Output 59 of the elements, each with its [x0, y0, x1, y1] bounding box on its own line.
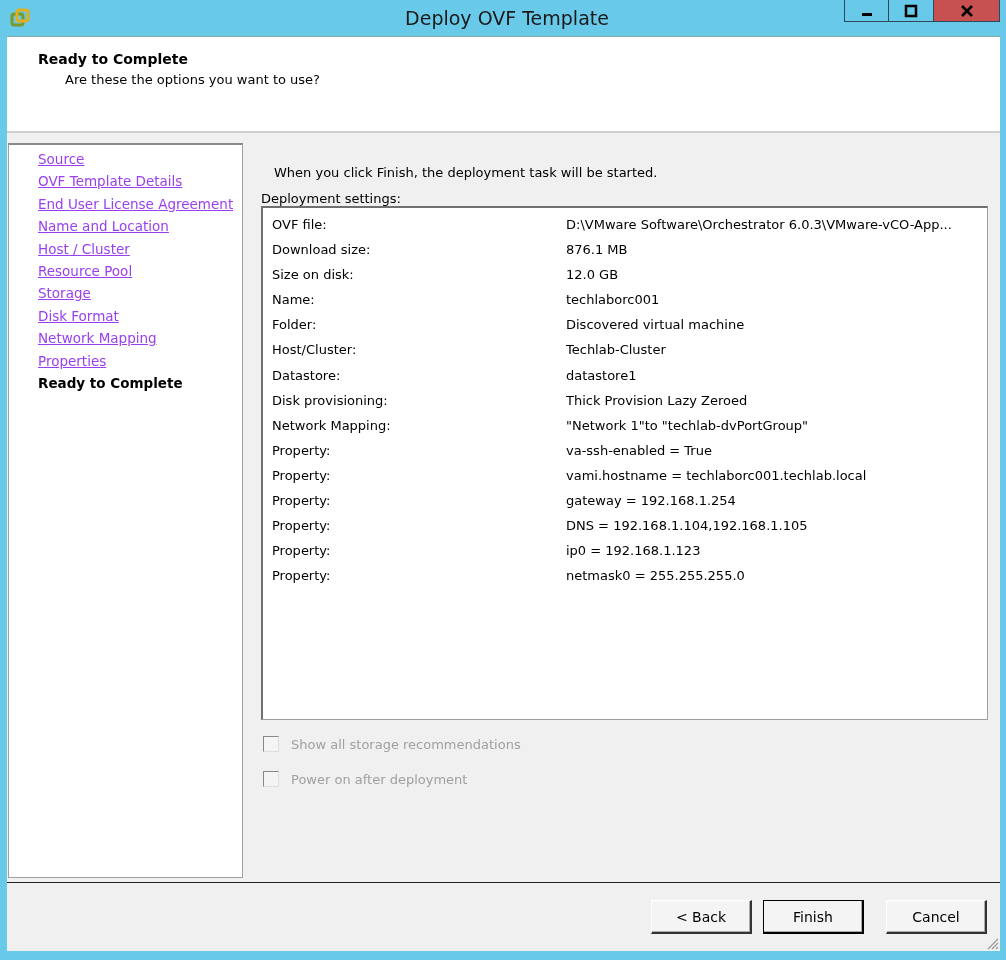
setting-value: gateway = 192.168.1.254 — [566, 492, 736, 511]
setting-name: Datastore: — [272, 366, 342, 385]
setting-value: Discovered virtual machine — [566, 316, 745, 335]
dialog-button[interactable]: Finish — [763, 900, 864, 934]
setting-name: Size on disk: — [272, 266, 355, 285]
window-title: Deploy OVF Template — [405, 7, 609, 29]
setting-value: "Network 1"to "techlab-dvPortGroup" — [566, 416, 809, 435]
close-icon — [959, 3, 974, 18]
maximize-icon — [904, 3, 918, 18]
maximize-button[interactable] — [889, 0, 934, 22]
setting-value: ip0 = 192.168.1.123 — [566, 542, 701, 561]
setting-name: Property: — [272, 492, 332, 511]
setting-value: 876.1 MB — [566, 241, 628, 260]
page-subtitle: Are these the options you want to use? — [65, 72, 321, 87]
step-link[interactable]: End User License Agreement — [38, 192, 234, 216]
setting-value: DNS = 192.168.1.104,192.168.1.105 — [566, 517, 808, 536]
setting-name: Property: — [272, 517, 332, 536]
step-link[interactable]: Storage — [38, 282, 91, 305]
setting-name: OVF file: — [272, 216, 328, 234]
dialog-button[interactable]: < Back — [651, 900, 752, 934]
step-link[interactable]: Disk Format — [38, 304, 119, 328]
dialog-button[interactable]: Cancel — [886, 900, 987, 934]
minimize-button[interactable] — [844, 0, 889, 22]
setting-value: vami.hostname = techlaborc001.techlab.local — [566, 466, 867, 485]
setting-name: Network Mapping: — [272, 416, 392, 435]
setting-name: Name: — [272, 291, 316, 310]
app-icon — [10, 8, 30, 28]
setting-value: datastore1 — [566, 366, 637, 385]
close-button[interactable] — [934, 0, 1000, 22]
setting-value: Thick Provision Lazy Zeroed — [566, 391, 748, 410]
step-link[interactable]: Resource Pool — [38, 260, 133, 283]
checkbox-label: Power on after deployment — [291, 771, 468, 787]
setting-name: Folder: — [272, 316, 318, 335]
setting-name: Host/Cluster: — [272, 341, 358, 360]
setting-name: Property: — [272, 441, 332, 460]
setting-value: va-ssh-enabled = True — [566, 441, 712, 460]
step-link[interactable]: Name and Location — [38, 215, 169, 238]
step-link[interactable]: Network Mapping — [38, 327, 157, 350]
setting-name: Property: — [272, 466, 332, 485]
intro-text: When you click Finish, the deployment task will be started. — [274, 165, 658, 180]
settings-label: Deployment settings: — [261, 191, 401, 206]
minimize-icon — [861, 13, 872, 16]
step-link[interactable]: OVF Template Details — [38, 170, 183, 193]
setting-name: Disk provisioning: — [272, 391, 389, 410]
step-link[interactable]: Properties — [38, 349, 107, 373]
setting-name: Property: — [272, 567, 332, 586]
step-link[interactable]: Host / Cluster — [38, 237, 130, 261]
setting-value: netmask0 = 255.255.255.0 — [566, 567, 745, 586]
setting-value: D:\VMware Software\Orchestrator 6.0.3\VMware-vCO-App... — [566, 216, 952, 234]
checkbox-label: Show all storage recommendations — [291, 736, 521, 752]
page-title: Ready to Complete — [38, 51, 189, 67]
resize-grip-icon — [985, 936, 999, 950]
step-link[interactable]: Ready to Complete — [38, 372, 183, 395]
setting-name: Download size: — [272, 241, 372, 260]
setting-value: Techlab-Cluster — [566, 341, 666, 360]
setting-value: techlaborc001 — [566, 291, 660, 310]
setting-name: Property: — [272, 542, 332, 561]
setting-value: 12.0 GB — [566, 266, 619, 285]
step-link[interactable]: Source — [38, 148, 85, 171]
